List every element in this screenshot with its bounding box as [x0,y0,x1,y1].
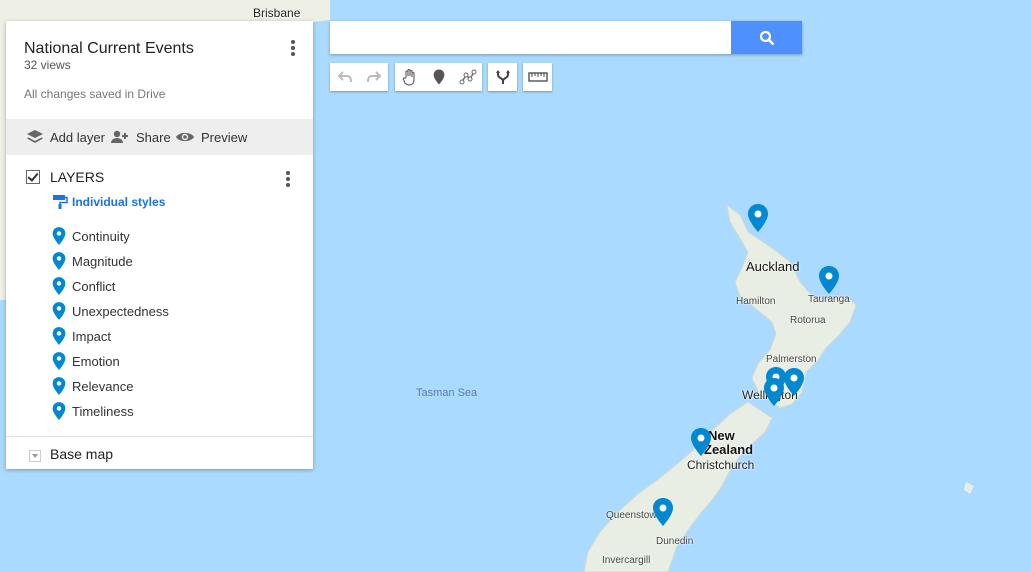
list-item[interactable]: Magnitude [52,251,133,271]
map-pin-icon [52,277,66,295]
map-pin-icon [52,227,66,245]
list-item[interactable]: Timeliness [52,401,134,421]
label-tasman-sea: Tasman Sea [416,387,478,399]
base-map-label: Base map [50,446,114,462]
list-item[interactable]: Unexpectedness [52,301,169,321]
layer-header: LAYERS [26,169,104,185]
label-new: New [708,428,735,443]
list-item[interactable]: Continuity [52,226,130,246]
preview-label: Preview [201,129,248,145]
label-tauranga: Tauranga [808,294,850,305]
measure-tool [523,63,552,91]
search-button[interactable] [731,21,802,54]
list-item[interactable]: Conflict [52,276,115,296]
map-pin-icon[interactable] [690,427,712,457]
list-item[interactable]: Relevance [52,376,133,396]
label-auckland: Auckland [746,259,800,274]
save-status: All changes saved in Drive [24,87,166,101]
undo-button[interactable] [330,63,359,91]
directions-icon [495,70,510,84]
measure-button[interactable] [523,63,552,91]
map-pin-icon [52,327,66,345]
map-pin-icon[interactable] [763,377,785,407]
add-marker-button[interactable] [424,63,453,91]
list-item[interactable]: Impact [52,326,111,346]
list-item-label: Magnitude [72,253,133,269]
polyline-icon [459,69,476,85]
layer-options-menu-icon[interactable] [286,171,290,189]
redo-icon [366,71,381,83]
share-button[interactable]: Share [110,119,171,155]
map-pin-icon [52,252,66,270]
marker-icon [433,69,444,85]
eye-icon [176,132,194,142]
hand-icon [402,68,415,86]
history-tools [330,63,388,91]
label-brisbane: Brisbane [253,6,301,20]
share-label: Share [136,129,171,145]
list-item-label: Emotion [72,353,120,369]
label-hamilton: Hamilton [736,296,776,307]
search-icon [759,30,774,45]
layers-icon [27,130,43,143]
view-count: 32 views [24,58,71,72]
list-item[interactable]: Emotion [52,351,120,371]
search-input[interactable] [336,27,720,49]
undo-icon [337,71,352,83]
redo-button[interactable] [359,63,388,91]
list-item-label: Unexpectedness [72,303,169,319]
directions-tool [488,63,517,91]
add-layer-button[interactable]: Add layer [26,119,105,155]
layer-visibility-checkbox[interactable] [26,170,40,184]
label-christchurch: Christchurch [687,458,755,472]
panel-toolbar: Add layer Share Preview [6,119,313,155]
layer-title[interactable]: LAYERS [50,169,104,185]
map-pin-icon [52,377,66,395]
label-rotorua: Rotorua [790,315,826,326]
individual-styles-link[interactable]: Individual styles [52,194,165,210]
map-options-menu-icon[interactable] [291,40,295,58]
add-layer-label: Add layer [50,129,105,145]
ruler-icon [527,72,548,82]
preview-button[interactable]: Preview [175,119,247,155]
base-map-section[interactable]: Base map [6,436,313,470]
individual-styles-label: Individual styles [72,195,166,209]
list-item-label: Impact [72,328,112,344]
list-item-label: Timeliness [72,403,134,419]
label-palmerston: Palmerston [766,354,817,365]
map-pin-icon[interactable] [818,265,840,295]
map-pin-icon [52,352,66,370]
map-pin-icon [52,402,66,420]
map-legend-panel: National Current Events 32 views All cha… [6,21,313,469]
map-pin-icon[interactable] [747,203,769,233]
list-item-label: Continuity [72,228,130,244]
label-dunedin: Dunedin [656,536,694,547]
directions-button[interactable] [488,63,517,91]
list-item-label: Conflict [72,278,116,294]
add-person-icon [111,130,128,143]
search-box [330,21,802,54]
map-title[interactable]: National Current Events [24,40,194,58]
map-pin-icon[interactable] [783,367,805,397]
draw-line-button[interactable] [453,63,482,91]
drawing-tools [395,63,482,91]
map-pin-icon [52,302,66,320]
label-invercargill: Invercargill [602,555,651,566]
list-item-label: Relevance [72,378,134,394]
pan-tool-button[interactable] [395,63,424,91]
paint-roller-icon [53,195,68,209]
map-pin-icon[interactable] [652,497,674,527]
expand-arrow-icon[interactable] [29,450,41,462]
